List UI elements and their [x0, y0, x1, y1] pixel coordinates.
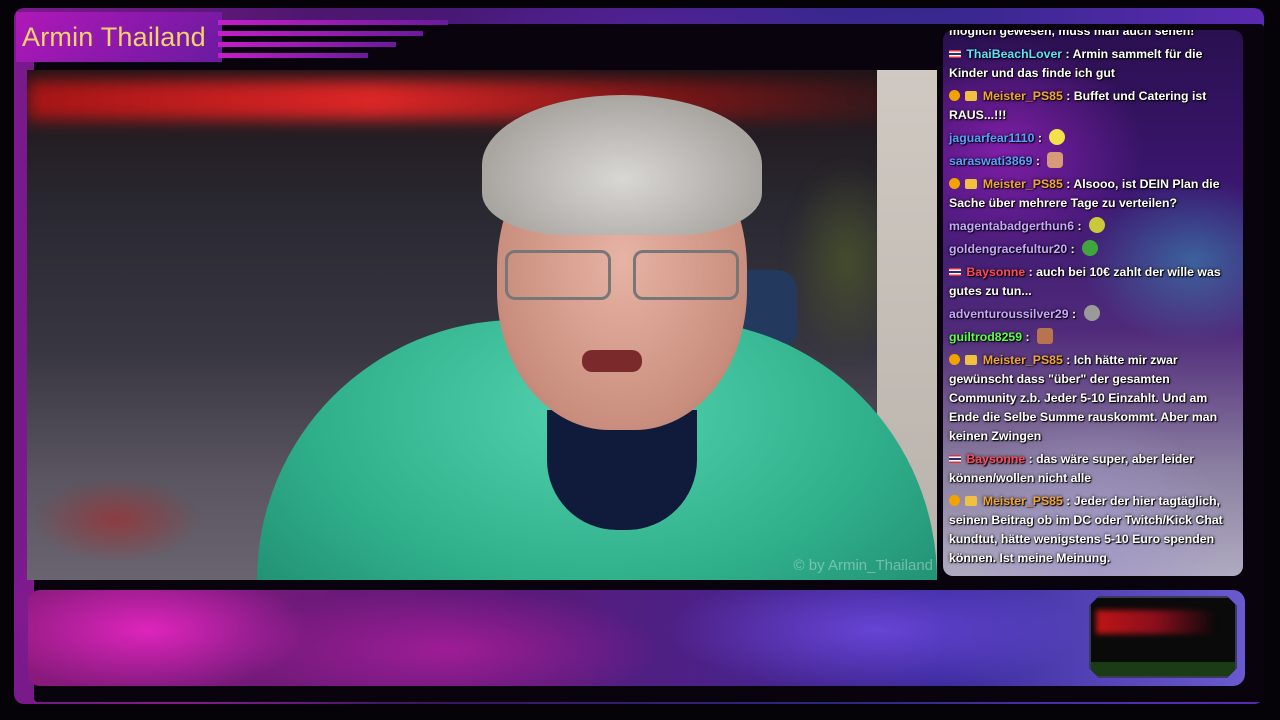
chat-username[interactable]: Meister_PS85	[983, 353, 1063, 367]
webcam-video: © by Armin_Thailand	[27, 70, 937, 580]
moderator-badge-icon	[949, 354, 960, 365]
subscriber-badge-icon	[965, 355, 978, 365]
chat-username[interactable]: jaguarfear1110	[949, 131, 1034, 145]
video-watermark: © by Armin_Thailand	[793, 557, 933, 574]
blob-emote-icon	[1088, 217, 1105, 233]
chat-message: jaguarfear1110 :	[949, 129, 1237, 148]
chat-message: Meister_PS85 : Ich hätte mir zwar gewüns…	[949, 353, 1218, 443]
gray-emote-icon	[1083, 305, 1100, 321]
subscriber-badge-icon	[965, 179, 978, 189]
chat-message: der Übergabe... wäre das ABER alles NICH…	[949, 30, 1237, 41]
chat-message-list: der Übergabe... wäre das ABER alles NICH…	[943, 30, 1243, 576]
moderator-badge-icon	[949, 90, 960, 101]
chat-message: magentabadgerthun6 :	[949, 217, 1237, 236]
chat-username[interactable]: Meister_PS85	[983, 177, 1063, 191]
thai-flag-icon	[949, 455, 961, 463]
moderator-badge-icon	[949, 495, 960, 506]
chat-message: adventuroussilver29 :	[949, 305, 1237, 324]
chat-message: Meister_PS85 : Jeder der hier tagtäglich…	[949, 494, 1223, 565]
pikachu-emote-icon	[1049, 129, 1066, 145]
chat-message: ThaiBeachLover : Armin sammelt für die K…	[949, 47, 1203, 80]
thai-flag-icon	[949, 50, 961, 58]
thai-flag-icon	[949, 268, 961, 276]
chat-username[interactable]: adventuroussilver29	[949, 307, 1069, 321]
subscriber-badge-icon	[965, 91, 978, 101]
pepe-emote-icon	[1082, 240, 1099, 256]
chat-username[interactable]: magentabadgerthun6	[949, 219, 1074, 233]
chat-username[interactable]: Baysonne	[966, 452, 1025, 466]
bottom-banner	[28, 590, 1245, 686]
chat-username[interactable]: Baysonne	[966, 265, 1025, 279]
face-emote-icon	[1047, 152, 1064, 168]
chat-username[interactable]: ThaiBeachLover	[966, 47, 1062, 61]
man-emote-icon	[1037, 328, 1054, 344]
channel-title: Armin Thailand	[16, 12, 222, 62]
title-decoration	[218, 20, 448, 64]
chat-panel: der Übergabe... wäre das ABER alles NICH…	[943, 30, 1243, 576]
chat-message: Meister_PS85 : Alsooo, ist DEIN Plan die…	[949, 177, 1220, 210]
chat-message: Baysonne : auch bei 10€ zahlt der wille …	[949, 265, 1221, 298]
chat-text: der Übergabe... wäre das ABER alles NICH…	[949, 30, 1195, 38]
chat-username[interactable]: goldengracefultur20	[949, 242, 1067, 256]
chat-message: guiltrod8259 :	[949, 328, 1237, 347]
chat-message: Baysonne : das wäre super, aber leider k…	[949, 452, 1195, 485]
chat-message: goldengracefultur20 :	[949, 240, 1237, 259]
chat-message: saraswati3869 :	[949, 152, 1237, 171]
chat-message: Meister_PS85 : Buffet und Catering ist R…	[949, 89, 1207, 122]
chat-username[interactable]: Meister_PS85	[983, 89, 1063, 103]
chat-username[interactable]: saraswati3869	[949, 154, 1032, 168]
subscriber-badge-icon	[965, 496, 978, 506]
chat-username[interactable]: guiltrod8259	[949, 330, 1022, 344]
chat-username[interactable]: Meister_PS85	[983, 494, 1063, 508]
mini-camera-view	[1089, 596, 1237, 678]
moderator-badge-icon	[949, 178, 960, 189]
